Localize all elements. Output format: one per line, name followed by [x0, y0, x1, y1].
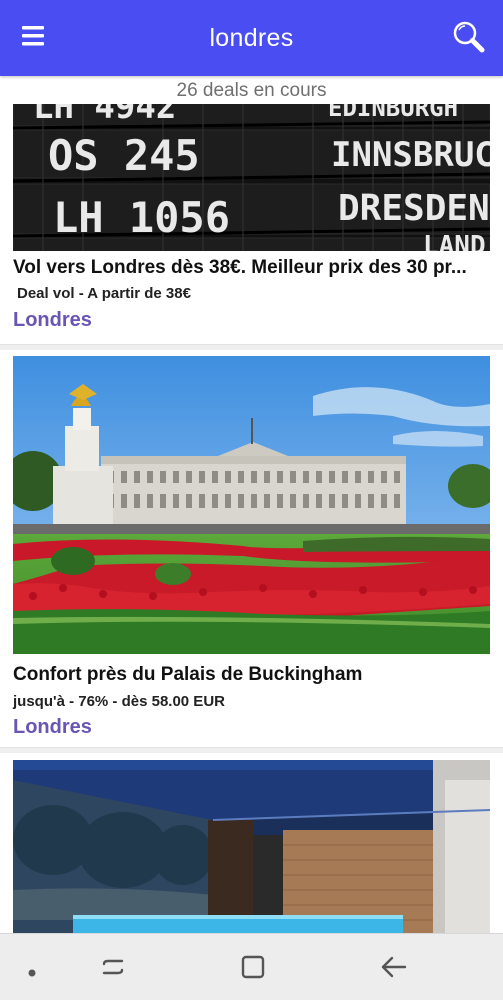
recent-apps-icon[interactable] [100, 954, 126, 980]
deal-city-link[interactable]: Londres [13, 716, 92, 739]
home-square-icon[interactable] [240, 954, 266, 980]
deal-city-link[interactable]: Londres [13, 309, 92, 332]
board-row-3-left: LH 1056 [53, 193, 230, 242]
page-title: londres [209, 23, 294, 52]
top-app-bar: londres [0, 0, 503, 76]
board-row-1-right: EDINBURGH [328, 104, 458, 122]
dot-icon[interactable] [28, 964, 36, 977]
board-row-2-left: OS 245 [48, 131, 200, 180]
hamburger-menu-icon[interactable] [20, 24, 56, 54]
deal-card-hotel[interactable]: Confort près du Palais de Buckingham jus… [0, 350, 503, 748]
system-navigation-bar [0, 933, 503, 1000]
app-screen: londres 26 deals en cours LH 4942 EDINBU… [0, 0, 503, 1000]
deal-meta: jusqu'à - 76% - dès 58.00 EUR [13, 693, 225, 710]
deal-image-buckingham-palace[interactable] [13, 356, 490, 654]
search-icon[interactable] [449, 18, 489, 58]
back-arrow-icon[interactable] [380, 954, 408, 980]
deal-card-flight[interactable]: LH 4942 EDINBURGH OS 245 INNSBRUCK LH 10… [0, 104, 503, 344]
board-row-1-left: LH 4942 [33, 104, 176, 127]
deal-image-indoor-pool[interactable] [13, 760, 490, 940]
board-row-4-right: LAND [423, 231, 486, 251]
deal-image-departure-board[interactable]: LH 4942 EDINBURGH OS 245 INNSBRUCK LH 10… [13, 104, 490, 251]
deal-title[interactable]: Vol vers Londres dès 38€. Meilleur prix … [13, 257, 490, 279]
board-row-2-right: INNSBRUCK [331, 135, 490, 175]
deals-count-label: 26 deals en cours [176, 80, 327, 101]
board-row-3-right: DRESDEN [338, 188, 490, 229]
deal-card-spa[interactable] [0, 753, 503, 940]
deal-meta: Deal vol - A partir de 38€ [17, 285, 191, 302]
deal-title[interactable]: Confort près du Palais de Buckingham [13, 664, 490, 686]
